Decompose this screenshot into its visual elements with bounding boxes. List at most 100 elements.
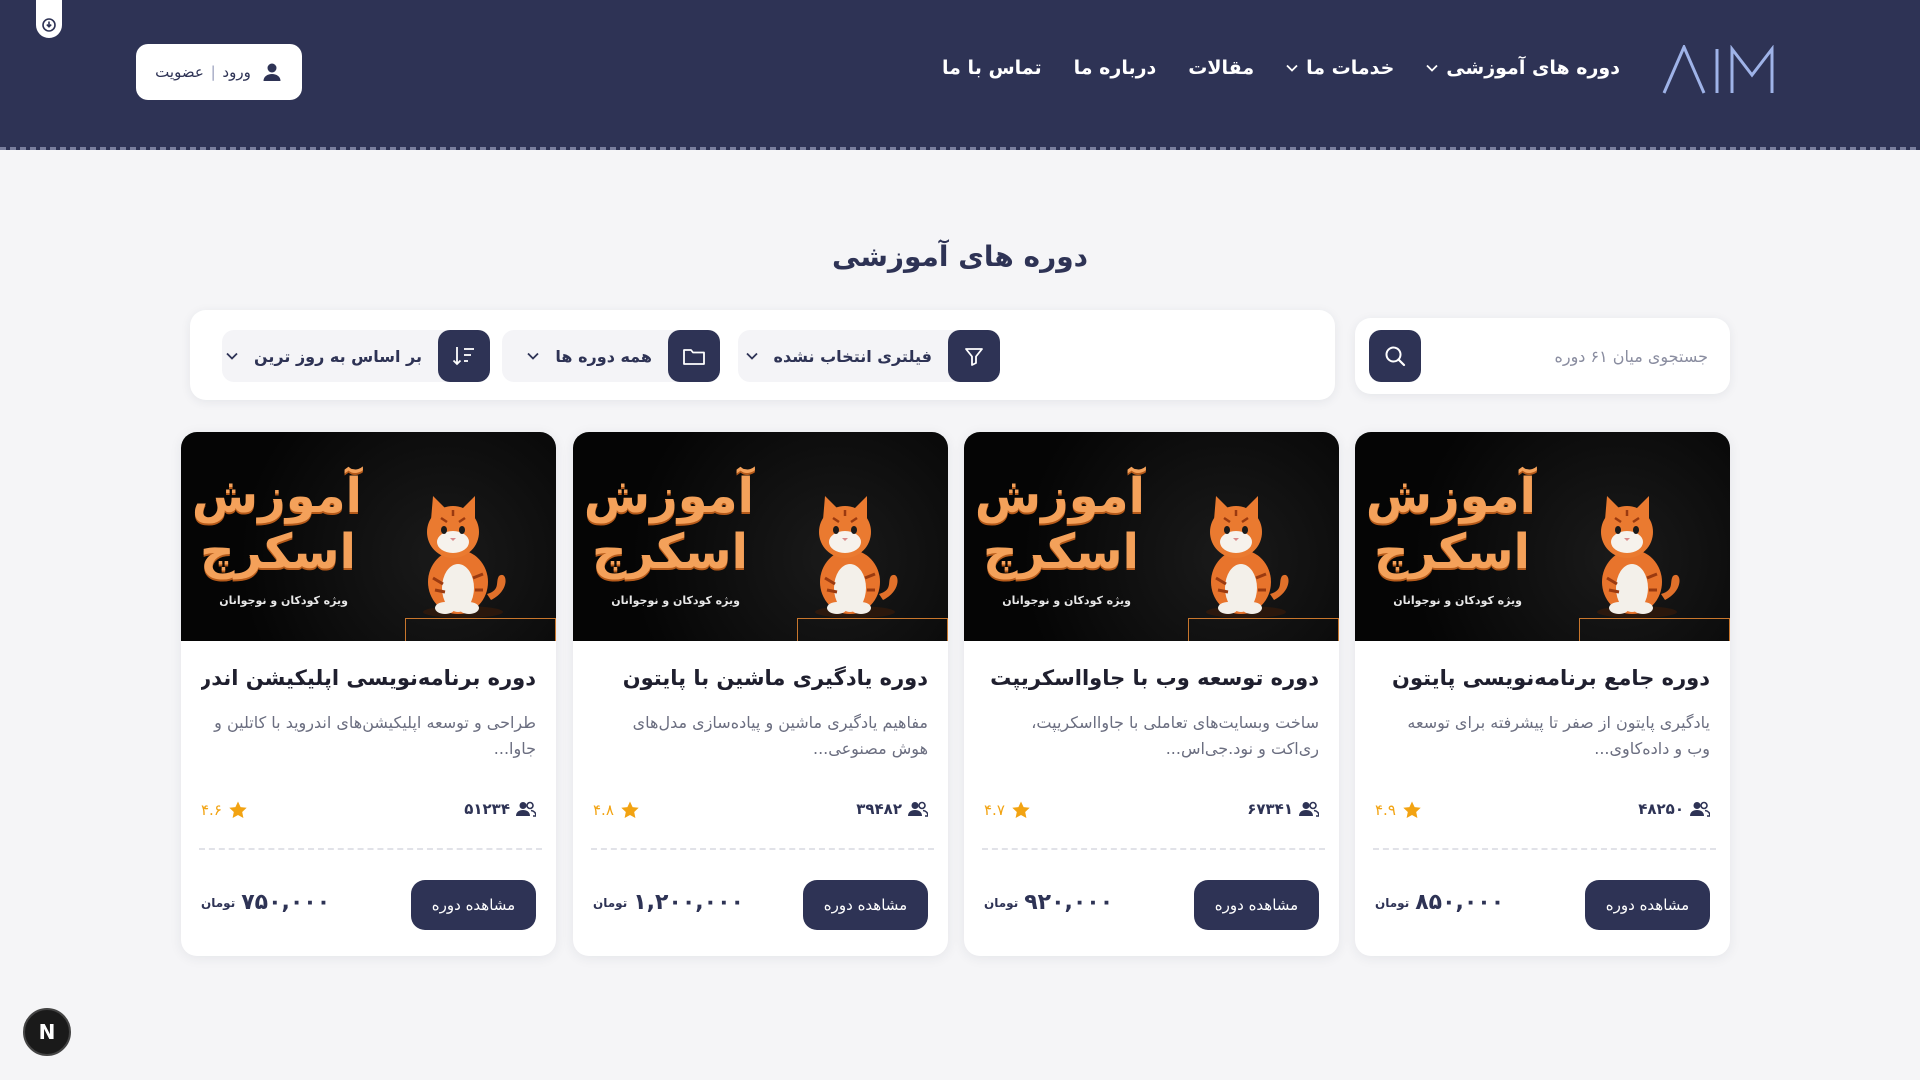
- price-amount: ۱,۲۰۰,۰۰۰: [633, 890, 744, 915]
- cat-mascot-icon: [1206, 496, 1289, 618]
- course-card[interactable]: آموزش اسکرچ ویژه کودکان و نوجوانان دوره …: [1355, 432, 1730, 956]
- course-price: ۱,۲۰۰,۰۰۰ تومان: [593, 890, 744, 915]
- category-dropdown[interactable]: همه دوره ها: [502, 330, 720, 382]
- download-badge-icon[interactable]: [36, 0, 62, 38]
- login-register-button[interactable]: ورود | عضویت: [136, 44, 302, 100]
- view-course-button[interactable]: مشاهده دوره: [1194, 880, 1319, 930]
- nav-item-label: مقالات: [1188, 57, 1255, 79]
- search-box: [1355, 318, 1730, 394]
- sort-dropdown[interactable]: بر اساس به روز ترین: [222, 330, 490, 382]
- nav-item-label: درباره ما: [1073, 57, 1157, 79]
- view-course-button[interactable]: مشاهده دوره: [1585, 880, 1710, 930]
- thumbnail-frame: [1579, 618, 1730, 641]
- thumbnail-subtext: ویژه کودکان و نوجوانان: [219, 594, 348, 607]
- course-card[interactable]: آموزش اسکرچ ویژه کودکان و نوجوانان دوره …: [573, 432, 948, 956]
- course-thumbnail[interactable]: آموزش اسکرچ ویژه کودکان و نوجوانان: [181, 432, 556, 641]
- thumbnail-subtext: ویژه کودکان و نوجوانان: [1002, 594, 1131, 607]
- login-label: ورود: [222, 63, 251, 81]
- course-title[interactable]: دوره توسعه وب با جاوااسکریپت: [984, 666, 1319, 690]
- course-price: ۸۵۰,۰۰۰ تومان: [1375, 890, 1504, 915]
- chevron-down-icon: [745, 352, 758, 360]
- course-card[interactable]: آموزش اسکرچ ویژه کودکان و نوجوانان دوره …: [964, 432, 1339, 956]
- view-course-button[interactable]: مشاهده دوره: [411, 880, 536, 930]
- thumbnail-subtext: ویژه کودکان و نوجوانان: [1393, 594, 1522, 607]
- search-input[interactable]: [1448, 336, 1708, 376]
- search-icon: [1385, 346, 1406, 367]
- rating-value: ۴.۶: [201, 801, 222, 819]
- thumbnail-text: اسکرچ: [199, 524, 356, 580]
- view-course-button[interactable]: مشاهده دوره: [803, 880, 928, 930]
- card-divider: [1373, 848, 1716, 850]
- course-thumbnail[interactable]: آموزش اسکرچ ویژه کودکان و نوجوانان: [573, 432, 948, 641]
- nav-item-contact[interactable]: تماس با ما: [942, 57, 1042, 79]
- course-title[interactable]: دوره جامع برنامه‌نویسی پایتون: [1375, 666, 1710, 690]
- course-card[interactable]: آموزش اسکرچ ویژه کودکان و نوجوانان دوره …: [181, 432, 556, 956]
- thumbnail-subtext: ویژه کودکان و نوجوانان: [611, 594, 740, 607]
- site-header: دوره های آموزشی خدمات ما مقالات درباره م…: [0, 0, 1920, 150]
- thumbnail-frame: [1188, 618, 1339, 641]
- chevron-down-icon: [1426, 64, 1438, 72]
- thumbnail-text: آموزش: [583, 468, 754, 524]
- thumbnail-text: آموزش: [1365, 468, 1536, 524]
- user-icon: [263, 63, 281, 81]
- cat-mascot-icon: [815, 496, 898, 618]
- nav-item-articles[interactable]: مقالات: [1188, 57, 1254, 79]
- currency-label: تومان: [984, 895, 1019, 910]
- course-rating: ۴.۶: [201, 800, 248, 820]
- course-description: یادگیری پایتون از صفر تا پیشرفته برای تو…: [1407, 713, 1710, 758]
- course-title[interactable]: دوره برنامه‌نویسی اپلیکیشن اندروید: [201, 666, 536, 690]
- chevron-down-icon: [1286, 64, 1298, 72]
- student-count-value: ۳۹۴۸۲: [856, 800, 902, 818]
- student-count-value: ۴۸۲۵۰: [1638, 800, 1684, 818]
- course-thumbnail[interactable]: آموزش اسکرچ ویژه کودکان و نوجوانان: [964, 432, 1339, 641]
- chevron-down-icon: [527, 352, 540, 360]
- course-stats: ۶۷۳۴۱ ۴.۷: [984, 800, 1319, 824]
- search-button[interactable]: [1369, 330, 1421, 382]
- course-thumbnail[interactable]: آموزش اسکرچ ویژه کودکان و نوجوانان: [1355, 432, 1730, 641]
- nav-item-services[interactable]: خدمات ما: [1286, 57, 1394, 79]
- filter-dropdown[interactable]: فیلتری انتخاب نشده: [738, 330, 1000, 382]
- star-icon: [621, 801, 639, 818]
- course-title[interactable]: دوره یادگیری ماشین با پایتون: [593, 666, 928, 690]
- register-label: عضویت: [155, 63, 204, 81]
- aim-logo[interactable]: [1662, 43, 1778, 95]
- thumbnail-text: اسکرچ: [591, 524, 748, 580]
- rating-value: ۴.۹: [1375, 801, 1396, 819]
- thumbnail-text: اسکرچ: [982, 524, 1139, 580]
- course-description: طراحی و توسعه اپلیکیشن‌های اندروید با کا…: [214, 713, 536, 758]
- sort-label: بر اساس به روز ترین: [254, 346, 422, 366]
- nav-item-courses[interactable]: دوره های آموزشی: [1426, 57, 1620, 79]
- filter-bar: فیلتری انتخاب نشده همه دوره ها بر اساس ب…: [190, 310, 1335, 400]
- nav-item-label: خدمات ما: [1306, 57, 1395, 79]
- floating-n-button[interactable]: N: [23, 1008, 71, 1056]
- login-separator: |: [210, 63, 216, 81]
- rating-value: ۴.۷: [984, 801, 1005, 819]
- funnel-icon: [965, 348, 983, 366]
- student-count: ۵۱۲۳۴: [464, 800, 536, 818]
- course-stats: ۳۹۴۸۲ ۴.۸: [593, 800, 928, 824]
- chevron-down-icon: [226, 352, 238, 360]
- course-stats: ۴۸۲۵۰ ۴.۹: [1375, 800, 1710, 824]
- nav-item-label: تماس با ما: [942, 57, 1042, 79]
- course-description: مفاهیم یادگیری ماشین و پیاده‌سازی مدل‌ها…: [632, 713, 928, 758]
- course-stats: ۵۱۲۳۴ ۴.۶: [201, 800, 536, 824]
- currency-label: تومان: [1375, 895, 1410, 910]
- rating-value: ۴.۸: [593, 801, 614, 819]
- main-nav: دوره های آموزشی خدمات ما مقالات درباره م…: [942, 52, 1620, 84]
- sort-icon: [452, 347, 474, 366]
- cat-mascot-icon: [423, 496, 506, 618]
- price-amount: ۹۲۰,۰۰۰: [1024, 890, 1114, 915]
- cat-mascot-icon: [1597, 496, 1680, 618]
- student-count-value: ۵۱۲۳۴: [464, 800, 510, 818]
- users-icon: [1299, 801, 1319, 817]
- thumbnail-frame: [405, 618, 556, 641]
- currency-label: تومان: [201, 895, 236, 910]
- thumbnail-text: اسکرچ: [1373, 524, 1530, 580]
- course-price: ۹۲۰,۰۰۰ تومان: [984, 890, 1113, 915]
- users-icon: [516, 801, 536, 817]
- student-count: ۳۹۴۸۲: [856, 800, 928, 818]
- star-icon: [1403, 801, 1421, 818]
- category-icon-box: [668, 330, 720, 382]
- nav-item-about[interactable]: درباره ما: [1074, 57, 1157, 79]
- course-rating: ۴.۸: [593, 800, 640, 820]
